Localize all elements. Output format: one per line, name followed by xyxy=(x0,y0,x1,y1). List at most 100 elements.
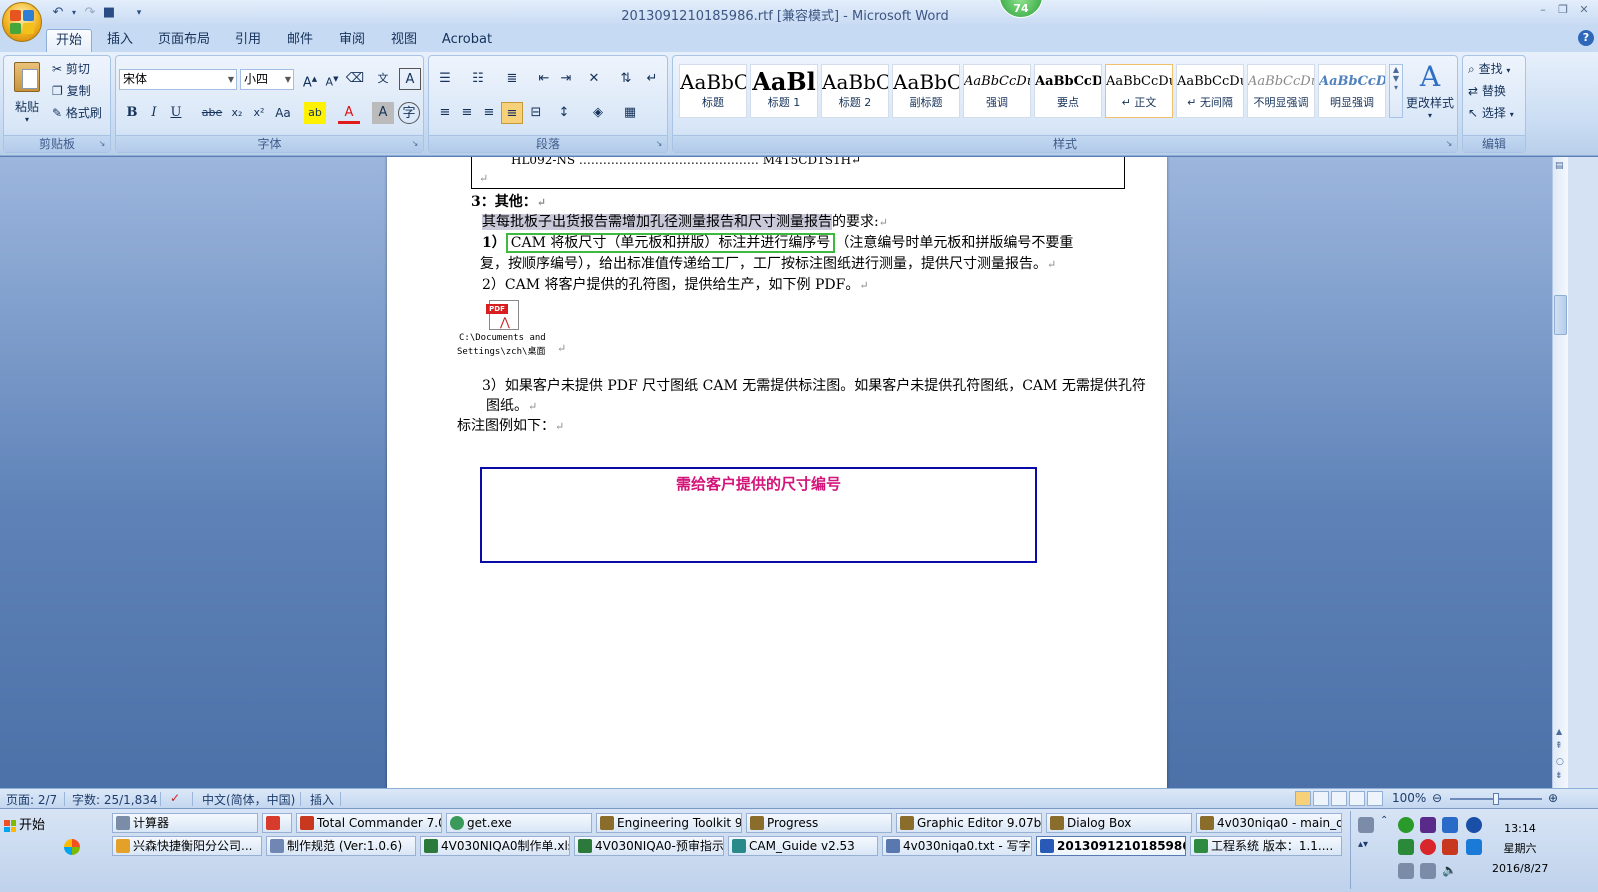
tool-icon[interactable] xyxy=(1420,817,1436,833)
tab-mailings[interactable]: 邮件 xyxy=(280,29,320,52)
font-name-combo[interactable]: 宋体 ▼ xyxy=(119,69,237,90)
style-subtitle[interactable]: AaBbC(副标题 xyxy=(892,64,960,118)
style-heading-2[interactable]: AaBbC(标题 2 xyxy=(821,64,889,118)
acrobat-icon[interactable] xyxy=(1442,839,1458,855)
subscript-icon[interactable]: x₂ xyxy=(226,102,248,124)
italic-icon[interactable]: I xyxy=(143,102,165,124)
superscript-icon[interactable]: x² xyxy=(248,102,270,124)
scrollbar-thumb[interactable] xyxy=(1554,295,1567,335)
style-title[interactable]: AaBbC(标题 xyxy=(679,64,747,118)
print-layout-icon[interactable] xyxy=(1295,791,1311,806)
bold-icon[interactable]: B xyxy=(121,102,143,124)
browse-object-icon[interactable]: ○ xyxy=(1556,757,1564,767)
task-total-commander[interactable]: Total Commander 7.0 ... xyxy=(296,813,442,833)
font-color-icon[interactable]: A xyxy=(338,102,360,124)
task-app[interactable] xyxy=(262,813,292,833)
grow-font-icon[interactable]: A▲ xyxy=(299,68,321,90)
line-spacing-icon[interactable]: ↕ xyxy=(553,102,575,124)
task-engineering-toolkit[interactable]: Engineering Toolkit 9.0... xyxy=(596,813,742,833)
restore-icon[interactable]: ❐ xyxy=(1556,3,1570,17)
task-get-exe[interactable]: get.exe xyxy=(446,813,592,833)
keyboard-icon[interactable] xyxy=(1358,817,1374,833)
align-center-icon[interactable]: ≡ xyxy=(456,102,478,124)
bluetooth-icon[interactable] xyxy=(1466,817,1482,833)
replace-button[interactable]: ⇄ 替换 xyxy=(1468,80,1506,102)
prev-page-icon[interactable]: ⇞ xyxy=(1555,741,1563,751)
language-indicator[interactable]: 中文(简体，中国) xyxy=(202,791,295,808)
tab-insert[interactable]: 插入 xyxy=(100,29,140,52)
web-layout-icon[interactable] xyxy=(1331,791,1347,806)
find-button[interactable]: ⌕ 查找 ▾ xyxy=(1468,58,1510,80)
dimension-example-box[interactable]: 需给客户提供的尺寸编号 xyxy=(480,467,1037,563)
bullets-icon[interactable]: ☰ xyxy=(434,68,456,90)
task-cam-guide[interactable]: CAM_Guide v2.53 xyxy=(728,836,878,856)
tab-references[interactable]: 引用 xyxy=(228,29,268,52)
strikethrough-icon[interactable]: abe xyxy=(201,102,223,124)
select-button[interactable]: ↖ 选择 ▾ xyxy=(1468,102,1514,124)
tab-page-layout[interactable]: 页面布局 xyxy=(152,29,216,52)
task-browser[interactable]: 兴森快捷衡阳分公司... xyxy=(112,836,262,856)
tab-home[interactable]: 开始 xyxy=(46,29,92,52)
shield-icon[interactable] xyxy=(1398,839,1414,855)
phonetic-guide-icon[interactable]: 文 xyxy=(372,68,394,90)
zoom-out-icon[interactable]: ⊖ xyxy=(1432,791,1442,805)
shading-icon[interactable]: ◈ xyxy=(587,102,609,124)
styles-gallery-scroll[interactable]: ▲ ▼ ▾ xyxy=(1389,64,1403,118)
vertical-scrollbar[interactable]: ▤ ▲ ⇞ ○ ⇟ xyxy=(1552,157,1568,788)
display-icon[interactable] xyxy=(1398,863,1414,879)
task-graphic-editor[interactable]: Graphic Editor 9.07b2 ... xyxy=(896,813,1042,833)
monitor-icon[interactable] xyxy=(1442,817,1458,833)
style-strong[interactable]: AaBbCcD 要点 xyxy=(1034,64,1102,118)
quick-launch-icon[interactable] xyxy=(64,839,80,855)
task-engineering-system[interactable]: 工程系统 版本：1.1.... xyxy=(1190,836,1342,856)
sync-icon[interactable] xyxy=(1466,839,1482,855)
tab-view[interactable]: 视图 xyxy=(384,29,424,52)
font-launcher-icon[interactable]: ↘ xyxy=(410,139,420,149)
zoom-level[interactable]: 100% xyxy=(1392,791,1426,805)
ruler-toggle-icon[interactable]: ▤ xyxy=(1555,161,1564,171)
embedded-pdf-object[interactable]: PDF ⋀ C:\Documents and Settings\zch\桌面 ↵ xyxy=(453,300,566,357)
task-progress[interactable]: Progress xyxy=(746,813,892,833)
full-screen-reading-icon[interactable] xyxy=(1313,791,1329,806)
close-icon[interactable]: ✕ xyxy=(1577,3,1591,17)
enclose-char-icon[interactable]: 字 xyxy=(398,102,420,124)
highlight-icon[interactable]: ab xyxy=(304,102,326,124)
style-no-spacing[interactable]: AaBbCcDι ↵ 无间隔 xyxy=(1176,64,1244,118)
outline-view-icon[interactable] xyxy=(1349,791,1365,806)
start-button[interactable]: 开始 xyxy=(2,815,64,837)
clock[interactable]: 13:14 星期六 2016/8/27 xyxy=(1492,819,1548,879)
document-page[interactable]: HL092-NS ……………………………………… M4T5CD1S1H↵ ↵ 3… xyxy=(387,157,1167,788)
decrease-indent-icon[interactable]: ⇤ xyxy=(533,68,555,90)
justify-icon[interactable]: ≡ xyxy=(501,102,523,124)
styles-launcher-icon[interactable]: ↘ xyxy=(1444,139,1454,149)
numbering-icon[interactable]: ☷ xyxy=(467,68,489,90)
clipboard-launcher-icon[interactable]: ↘ xyxy=(97,139,107,149)
increase-indent-icon[interactable]: ⇥ xyxy=(555,68,577,90)
task-word-active[interactable]: 2013091210185986.... xyxy=(1036,836,1186,856)
scroll-up-icon[interactable]: ▲ xyxy=(1556,727,1562,736)
change-case-icon[interactable]: Aa xyxy=(272,102,294,124)
task-excel[interactable]: 4V030NIQA0制作单.xls... xyxy=(420,836,570,856)
underline-icon[interactable]: U xyxy=(165,102,187,124)
network-status-icon[interactable] xyxy=(1420,863,1436,879)
change-styles-button[interactable]: A 更改样式 ▾ xyxy=(1405,60,1455,130)
task-dialog-box[interactable]: Dialog Box xyxy=(1046,813,1192,833)
task-preview[interactable]: 4V030NIQA0-预审指示... xyxy=(574,836,724,856)
task-main-qa[interactable]: 4v030niqa0 - main_qa xyxy=(1196,813,1342,833)
proofing-icon[interactable]: ✓ xyxy=(170,791,180,805)
tray-expand-icon[interactable]: ⌃ xyxy=(1380,815,1396,831)
multilevel-list-icon[interactable]: ≣ xyxy=(501,68,523,90)
next-page-icon[interactable]: ⇟ xyxy=(1555,771,1563,781)
zoom-slider[interactable] xyxy=(1450,793,1542,805)
page-count[interactable]: 页面: 2/7 xyxy=(6,791,57,808)
task-spec[interactable]: 制作规范 (Ver:1.0.6) xyxy=(266,836,416,856)
paragraph-launcher-icon[interactable]: ↘ xyxy=(654,139,664,149)
style-subtle-emphasis[interactable]: AaBbCcDι 不明显强调 xyxy=(1247,64,1315,118)
zoom-in-icon[interactable]: ⊕ xyxy=(1548,791,1558,805)
style-normal[interactable]: AaBbCcDι ↵ 正文 xyxy=(1105,64,1173,118)
minimize-icon[interactable]: – xyxy=(1536,3,1550,17)
help-icon[interactable]: ? xyxy=(1578,30,1594,46)
volume-icon[interactable]: 🔈 xyxy=(1442,863,1458,879)
distribute-icon[interactable]: ⊟ xyxy=(525,102,547,124)
draft-view-icon[interactable] xyxy=(1367,791,1383,806)
